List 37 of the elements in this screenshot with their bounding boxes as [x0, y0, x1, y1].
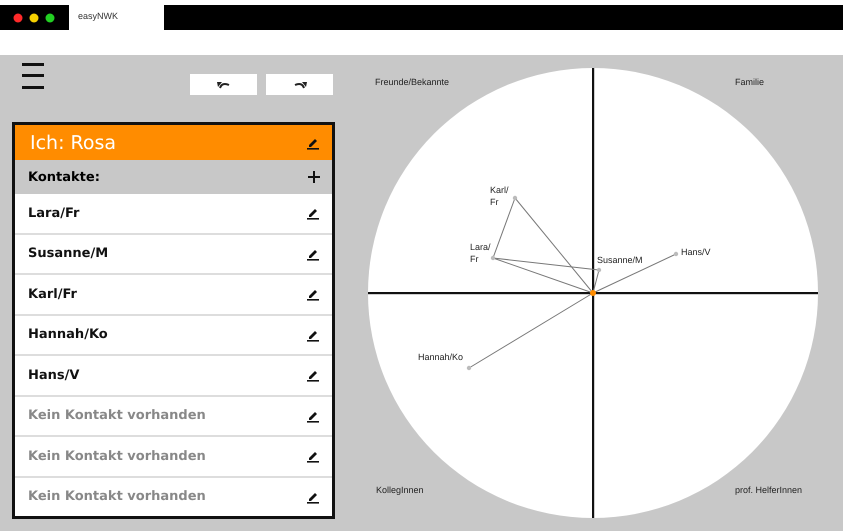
quadrant-label: Freunde/Bekannte	[375, 77, 450, 87]
empty-contact-label[interactable]: Kein Kontakt vorhanden	[28, 448, 206, 464]
contact-node[interactable]	[674, 252, 678, 256]
empty-contact-label[interactable]: Kein Kontakt vorhanden	[28, 408, 206, 424]
pencil-icon[interactable]	[306, 206, 320, 220]
node-label: Hans/V	[681, 247, 711, 257]
contact-node[interactable]	[490, 256, 496, 260]
undo-icon	[216, 80, 230, 89]
pencil-icon[interactable]	[306, 449, 320, 464]
contact-name[interactable]: Lara/Fr	[28, 206, 80, 221]
contact-name[interactable]: Hans/V	[28, 368, 80, 383]
contact-node[interactable]	[596, 268, 602, 272]
node-label: Susanne/M	[597, 255, 643, 265]
tab[interactable]: easyNWK	[69, 5, 164, 30]
contacts-heading: Kontakte:	[28, 170, 100, 184]
menu-icon[interactable]	[22, 62, 44, 90]
node-label: Hannah/Ko	[418, 352, 464, 362]
contact-node[interactable]	[512, 196, 518, 200]
window-controls-icon[interactable]	[13, 12, 55, 22]
ego-name: Ich: Rosa	[30, 132, 116, 154]
contact-name[interactable]: Hannah/Ko	[28, 327, 108, 342]
quadrant-label: prof. HelferInnen	[735, 485, 802, 495]
contact-name[interactable]: Susanne/M	[28, 246, 108, 262]
contact-name[interactable]: Karl/Fr	[28, 286, 77, 302]
node-label: Karl/Fr	[490, 184, 510, 208]
ego-node[interactable]	[590, 290, 596, 296]
node-label: Lara/Fr	[470, 241, 491, 265]
undo-button[interactable]	[190, 74, 257, 95]
redo-icon	[292, 80, 306, 89]
quadrant-label: Familie	[735, 77, 764, 87]
redo-button[interactable]	[266, 74, 333, 95]
empty-contact-label[interactable]: Kein Kontakt vorhanden	[28, 489, 206, 504]
quadrant-label: KollegInnen	[376, 485, 424, 495]
pencil-icon[interactable]	[306, 368, 320, 382]
pencil-icon[interactable]	[306, 287, 320, 302]
contact-node[interactable]	[466, 366, 472, 370]
add-icon[interactable]	[308, 171, 320, 183]
